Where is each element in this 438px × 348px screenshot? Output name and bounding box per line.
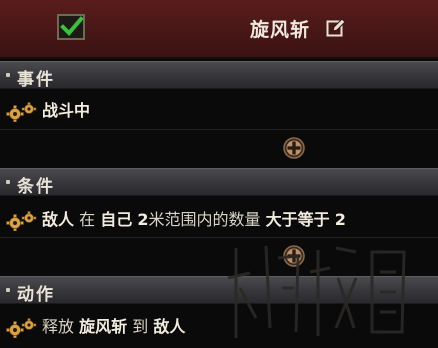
checkmark-icon [60, 16, 84, 36]
condition-range-value[interactable]: 2 [137, 210, 148, 229]
action-skill[interactable]: 旋风斩 [79, 317, 127, 336]
action-row[interactable]: 释放 旋风斩 到 敌人 [0, 312, 438, 342]
gears-icon [6, 211, 37, 231]
event-text: 战斗中 [42, 101, 91, 120]
event-row[interactable]: 战斗中 [0, 96, 438, 126]
trigger-title: 旋风斩 [250, 19, 311, 41]
action-text: 释放 旋风斩 到 敌人 [42, 312, 185, 342]
action-verb: 释放 [42, 317, 75, 336]
gears-icon [6, 318, 37, 338]
add-action-button[interactable] [283, 245, 305, 267]
condition-range-desc: 米范围内的数量 [148, 210, 261, 229]
add-condition-button[interactable] [283, 137, 305, 159]
edit-icon[interactable] [326, 18, 346, 38]
trigger-header: 旋风斩 [0, 0, 438, 58]
section-event: 事件 [0, 61, 438, 90]
divider [0, 129, 438, 130]
section-action-label: 动作 [17, 285, 55, 305]
section-condition-label: 条件 [17, 177, 55, 197]
enable-checkbox[interactable] [57, 14, 85, 40]
action-word-to: 到 [132, 317, 149, 336]
condition-row[interactable]: 敌人 在 自己 2米范围内的数量 大于等于 2 [0, 205, 438, 235]
section-bullet [6, 288, 10, 292]
condition-target[interactable]: 敌人 [42, 210, 74, 229]
section-condition: 条件 [0, 168, 438, 197]
section-bullet [6, 73, 10, 77]
condition-comparator[interactable]: 大于等于 [266, 210, 330, 229]
condition-threshold[interactable]: 2 [335, 210, 346, 229]
gears-icon [6, 102, 37, 122]
section-event-label: 事件 [17, 70, 55, 90]
condition-origin[interactable]: 自己 [100, 210, 132, 229]
action-target[interactable]: 敌人 [153, 317, 185, 336]
section-bullet [6, 180, 10, 184]
section-action: 动作 [0, 276, 438, 305]
condition-text: 敌人 在 自己 2米范围内的数量 大于等于 2 [42, 205, 346, 235]
condition-word-at: 在 [79, 210, 96, 229]
divider [0, 237, 438, 238]
